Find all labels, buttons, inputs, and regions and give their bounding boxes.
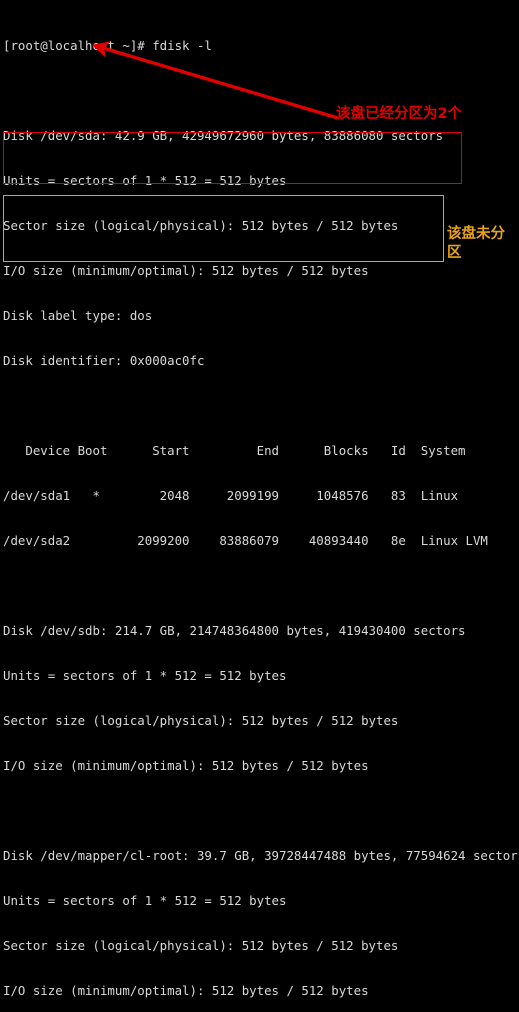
table-row: /dev/sda2 2099200 83886079 40893440 8e L… bbox=[3, 533, 488, 548]
terminal-line-disk-sda: Disk /dev/sda: 42.9 GB, 42949672960 byte… bbox=[3, 128, 444, 143]
terminal-line: Disk identifier: 0x000ac0fc bbox=[3, 353, 205, 368]
terminal-line: [root@localhost ~]# fdisk -l bbox=[3, 38, 212, 53]
annotation-label-unpartitioned: 该盘未分区 bbox=[447, 226, 505, 261]
terminal-line-disk-cl-root: Disk /dev/mapper/cl-root: 39.7 GB, 39728… bbox=[3, 848, 519, 863]
terminal-window[interactable]: [root@localhost ~]# fdisk -l Disk /dev/s… bbox=[0, 0, 519, 998]
terminal-line: Sector size (logical/physical): 512 byte… bbox=[3, 713, 399, 728]
terminal-line: I/O size (minimum/optimal): 512 bytes / … bbox=[3, 758, 369, 773]
terminal-line: Units = sectors of 1 * 512 = 512 bytes bbox=[3, 893, 287, 908]
terminal-line: I/O size (minimum/optimal): 512 bytes / … bbox=[3, 263, 369, 278]
table-row: /dev/sda1 * 2048 2099199 1048576 83 Linu… bbox=[3, 488, 459, 503]
partition-table-header: Device Boot Start End Blocks Id System bbox=[3, 443, 466, 458]
terminal-line-disk-sdb: Disk /dev/sdb: 214.7 GB, 214748364800 by… bbox=[3, 623, 466, 638]
terminal-line: I/O size (minimum/optimal): 512 bytes / … bbox=[3, 983, 369, 998]
terminal-output: [root@localhost ~]# fdisk -l Disk /dev/s… bbox=[0, 0, 519, 1012]
terminal-line: Sector size (logical/physical): 512 byte… bbox=[3, 218, 399, 233]
annotation-label-partitioned: 该盘已经分区为2个 bbox=[336, 106, 463, 122]
terminal-line: Sector size (logical/physical): 512 byte… bbox=[3, 938, 399, 953]
terminal-line: Units = sectors of 1 * 512 = 512 bytes bbox=[3, 173, 287, 188]
terminal-line: Units = sectors of 1 * 512 = 512 bytes bbox=[3, 668, 287, 683]
terminal-line: Disk label type: dos bbox=[3, 308, 153, 323]
